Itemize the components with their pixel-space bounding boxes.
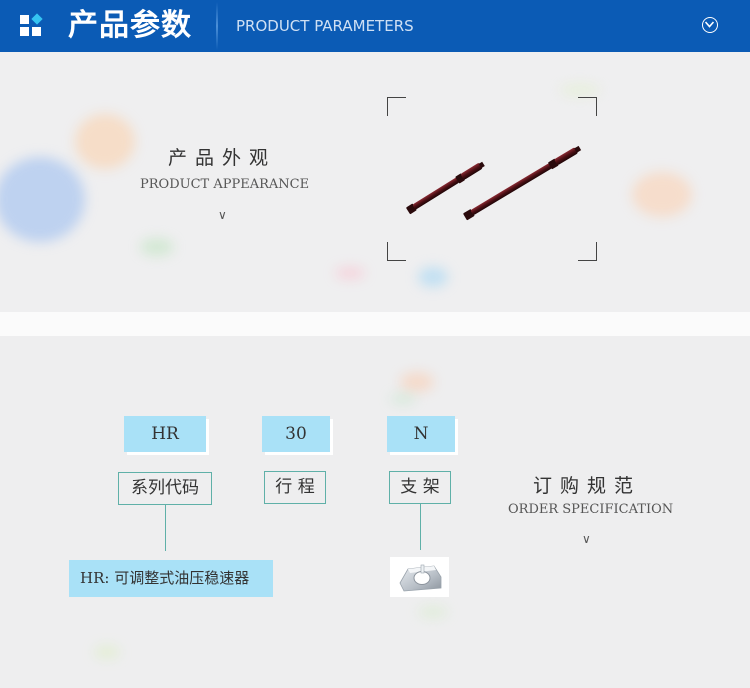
series-description: HR: 可调整式油压稳速器 [69,560,273,597]
appearance-title: 产品外观 [168,147,277,169]
label-series-code: 系列代码 [118,472,212,505]
decor-bubble [75,114,135,169]
chevron-down-icon: ∨ [218,208,227,222]
decor-bubble [94,646,120,658]
label-stroke: 行 程 [264,471,326,504]
bracket-image [390,557,449,597]
decor-bubble [418,606,448,618]
order-spec-section: HR 30 N 系列代码 行 程 支 架 HR: 可调整式油压稳速器 订购规范 … [0,336,750,688]
order-spec-title: 订购规范 [533,475,642,497]
frame-corner [578,97,597,116]
decor-bubble [390,394,416,404]
connector-line [420,504,421,550]
connector-line [165,505,166,551]
code-box-stroke: 30 [262,416,330,452]
decor-bubble [0,157,85,242]
decor-bubble [632,172,692,217]
label-bracket: 支 架 [389,471,451,504]
frame-corner [387,242,406,261]
product-photo [387,97,597,261]
page-subtitle: PRODUCT PARAMETERS [236,17,414,35]
frame-corner [578,242,597,261]
chevron-down-icon: ∨ [582,532,591,546]
code-box-bracket: N [387,416,455,452]
logo-icon [20,13,43,37]
order-spec-subtitle: ORDER SPECIFICATION [508,502,674,517]
header-divider [216,2,218,50]
page-title: 产品参数 [68,8,192,43]
decor-bubble [140,238,174,256]
decor-bubble [418,267,448,287]
decor-bubble [335,267,365,279]
decor-bubble [560,84,600,96]
appearance-subtitle: PRODUCT APPEARANCE [140,177,310,192]
stabilizer-rods-image [406,145,582,221]
appearance-section: 产品外观 PRODUCT APPEARANCE ∨ [0,52,750,312]
header-bar: 产品参数 PRODUCT PARAMETERS [0,0,750,52]
mounting-bracket-icon [399,564,442,592]
chevron-down-circle-icon[interactable] [702,17,718,33]
section-divider [0,312,750,336]
code-box-series: HR [124,416,206,452]
decor-bubble [400,372,434,392]
frame-corner [387,97,406,116]
